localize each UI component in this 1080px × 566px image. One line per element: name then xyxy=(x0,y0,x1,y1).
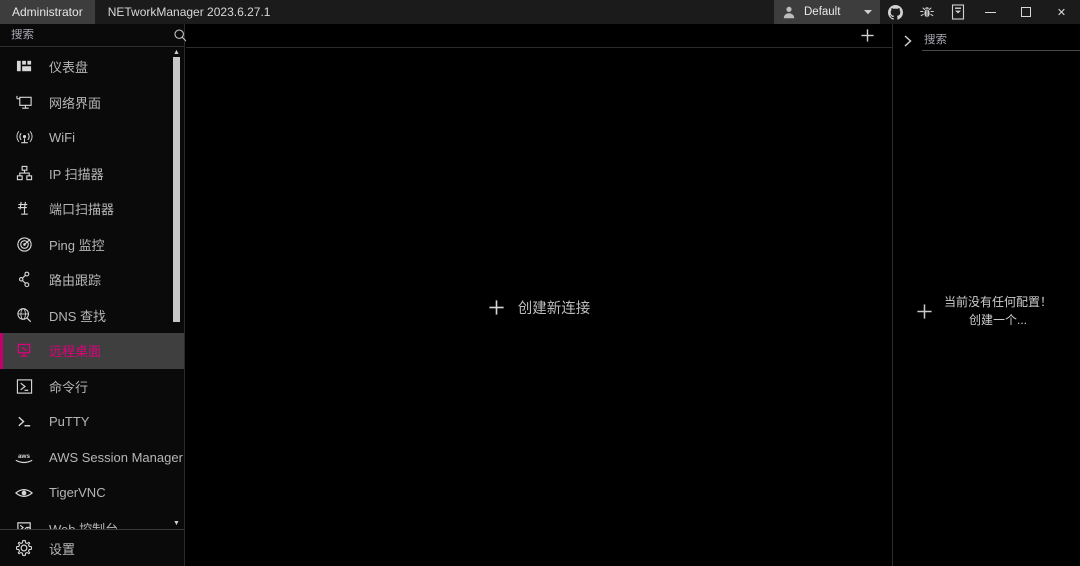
settings-label: 设置 xyxy=(49,541,76,557)
sidebar-item-label: 端口扫描器 xyxy=(49,202,115,218)
profile-name: Default xyxy=(804,6,841,18)
sidebar-item-label: Web 控制台 xyxy=(36,519,118,529)
plus-icon xyxy=(488,299,505,316)
networkmanager-window: Administrator NETworkManager 2023.6.27.1… xyxy=(0,0,1080,566)
close-icon: ✕ xyxy=(1056,6,1067,19)
sidebar-item-settings[interactable]: 设置 xyxy=(0,529,184,566)
ip-scanner-icon xyxy=(12,161,36,185)
center-empty-state: 创建新连接 xyxy=(186,48,892,566)
chevron-down-icon xyxy=(864,9,876,15)
plus-icon xyxy=(916,303,933,320)
sidebar-item-label: DNS 查找 xyxy=(49,308,107,324)
sidebar-search-bar xyxy=(0,24,210,47)
powershell-icon xyxy=(12,374,36,398)
profiles-empty-line1: 当前没有任何配置！ xyxy=(943,295,1052,310)
sidebar-item-wifi[interactable]: WiFi xyxy=(0,120,184,156)
sidebar-item-dns-lookup[interactable]: DNS 查找 xyxy=(0,298,184,334)
traceroute-icon xyxy=(12,268,36,292)
sidebar-nav-list: 仪表盘 网络界面 WiFi IP 扫描器 端口扫描器 Ping 监控 路由跟踪 … xyxy=(0,47,184,529)
aws-icon: aws xyxy=(12,445,36,469)
administrator-tab-label: Administrator xyxy=(12,5,83,19)
sidebar-item-dashboard[interactable]: 仪表盘 xyxy=(0,49,184,85)
close-button[interactable]: ✕ xyxy=(1043,0,1080,24)
maximize-button[interactable] xyxy=(1008,0,1043,24)
sidebar: 仪表盘 网络界面 xyxy=(0,24,210,566)
sidebar-item-ip-scanner[interactable]: IP 扫描器 xyxy=(0,156,184,192)
app-title: NETworkManager 2023.6.27.1 xyxy=(95,0,774,24)
port-scanner-icon xyxy=(12,197,36,221)
sidebar-item-label: 远程桌面 xyxy=(49,344,102,360)
github-icon[interactable] xyxy=(880,0,911,24)
scroll-down-arrow-icon[interactable]: ▼ xyxy=(172,519,181,528)
sidebar-item-label: AWS Session Manager xyxy=(49,449,183,465)
main-content-panel: 创建新连接 xyxy=(186,24,893,566)
bug-icon[interactable] xyxy=(911,0,942,24)
chevron-right-icon[interactable] xyxy=(898,31,917,50)
sidebar-item-powershell[interactable]: 命令行 xyxy=(0,369,184,405)
create-new-connection-label: 创建新连接 xyxy=(517,300,591,317)
sidebar-item-putty[interactable]: PuTTY xyxy=(0,404,184,440)
sidebar-item-label: Ping 监控 xyxy=(49,237,105,253)
app-title-text: NETworkManager 2023.6.27.1 xyxy=(107,5,271,19)
center-toolbar xyxy=(186,24,892,48)
sidebar-item-label: TigerVNC xyxy=(49,485,106,501)
create-profile-button[interactable]: 当前没有任何配置！ 创建一个... xyxy=(916,294,1058,329)
avatar xyxy=(782,5,796,19)
profiles-empty-line2: 创建一个... xyxy=(968,312,1027,327)
wifi-icon xyxy=(12,126,36,150)
putty-icon xyxy=(12,410,36,434)
search-input[interactable] xyxy=(11,29,165,41)
sidebar-item-label: 网络界面 xyxy=(49,95,102,111)
sidebar-item-remote-desktop[interactable]: 远程桌面 xyxy=(0,333,184,369)
sidebar-item-traceroute[interactable]: 路由跟踪 xyxy=(0,262,184,298)
remote-desktop-icon xyxy=(12,339,36,363)
ping-monitor-icon xyxy=(12,232,36,256)
scroll-up-arrow-icon[interactable]: ▲ xyxy=(172,48,181,57)
eye-icon xyxy=(12,481,36,505)
gear-icon xyxy=(12,536,36,560)
sidebar-item-port-scanner[interactable]: 端口扫描器 xyxy=(0,191,184,227)
sidebar-item-web-console[interactable]: Web 控制台 xyxy=(0,511,184,529)
profiles-panel: 当前没有任何配置！ 创建一个... xyxy=(894,24,1080,566)
administrator-tab[interactable]: Administrator xyxy=(0,0,95,24)
sidebar-item-label: 命令行 xyxy=(49,379,89,395)
book-icon[interactable] xyxy=(942,0,973,24)
minimize-icon xyxy=(985,11,996,13)
sidebar-item-network-interface[interactable]: 网络界面 xyxy=(0,85,184,121)
scrollbar-thumb[interactable] xyxy=(173,57,180,322)
minimize-button[interactable] xyxy=(973,0,1008,24)
sidebar-item-label: WiFi xyxy=(49,130,75,146)
sidebar-item-label: PuTTY xyxy=(49,414,90,430)
window-controls: ✕ xyxy=(973,0,1080,24)
profile-dropdown[interactable]: Default xyxy=(774,0,880,24)
sidebar-item-label: 仪表盘 xyxy=(49,60,89,76)
profiles-search-field xyxy=(922,31,1080,51)
sidebar-item-ping-monitor[interactable]: Ping 监控 xyxy=(0,227,184,263)
svg-text:aws: aws xyxy=(18,453,30,460)
dns-lookup-icon xyxy=(12,303,36,327)
profiles-search-bar xyxy=(894,24,1080,57)
create-new-connection-button[interactable]: 创建新连接 xyxy=(488,297,591,318)
profiles-empty-message: 当前没有任何配置！ 创建一个... xyxy=(944,294,1052,329)
sidebar-item-label: 路由跟踪 xyxy=(49,273,102,289)
sidebar-item-aws-session-manager[interactable]: aws AWS Session Manager xyxy=(0,440,184,476)
title-bar: Administrator NETworkManager 2023.6.27.1… xyxy=(0,0,1080,24)
network-interface-icon xyxy=(12,90,36,114)
dashboard-icon xyxy=(12,55,36,79)
profiles-empty-state: 当前没有任何配置！ 创建一个... xyxy=(894,57,1080,566)
maximize-icon xyxy=(1020,7,1031,17)
sidebar-nav-scroll: 仪表盘 网络界面 WiFi IP 扫描器 端口扫描器 Ping 监控 路由跟踪 … xyxy=(0,47,184,529)
web-console-icon xyxy=(12,516,36,529)
profiles-search-input[interactable] xyxy=(922,34,1078,46)
sidebar-item-label: IP 扫描器 xyxy=(49,166,104,182)
add-connection-button[interactable] xyxy=(857,26,877,46)
titlebar-icon-group xyxy=(880,0,973,24)
sidebar-item-tigervnc[interactable]: TigerVNC xyxy=(0,475,184,511)
sidebar-scrollbar[interactable]: ▲ ▼ xyxy=(172,47,182,529)
